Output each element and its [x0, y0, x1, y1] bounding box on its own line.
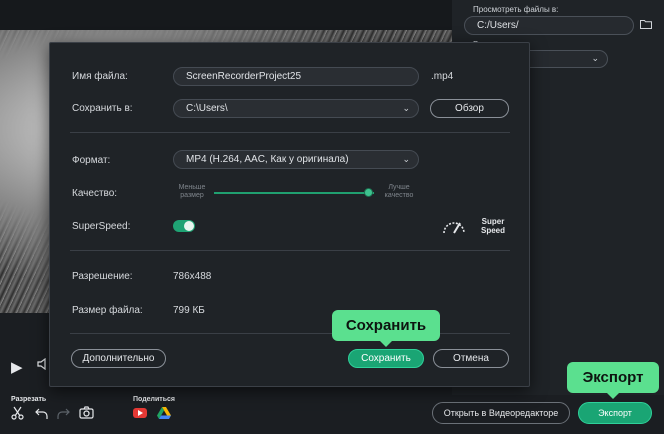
divider	[70, 250, 510, 251]
save-in-label: Сохранить в:	[72, 103, 133, 114]
resolution-value: 786x488	[173, 271, 212, 282]
youtube-icon[interactable]	[133, 408, 147, 418]
save-callout: Сохранить	[332, 310, 440, 347]
chevron-down-icon: ⌄	[402, 154, 410, 164]
view-files-path[interactable]: C:/Users/	[464, 16, 634, 35]
advanced-button[interactable]: Дополнительно	[71, 349, 166, 368]
browse-button[interactable]: Обзор	[430, 99, 509, 118]
filename-label: Имя файла:	[72, 71, 128, 82]
filename-extension: .mp4	[431, 71, 454, 82]
save-in-value: C:\Users\	[186, 103, 228, 114]
save-in-select[interactable]: C:\Users\ ⌄	[173, 99, 419, 118]
superspeed-badge: Super Speed	[480, 217, 505, 235]
chevron-down-icon: ⌄	[402, 103, 410, 113]
volume-icon[interactable]	[37, 357, 47, 373]
top-bar	[0, 0, 452, 30]
view-files-label: Просмотреть файлы в:	[473, 5, 559, 14]
quality-slider-track[interactable]	[214, 192, 374, 194]
filesize-label: Размер файла:	[72, 305, 143, 316]
format-select[interactable]: MP4 (H.264, AAC, Как у оригинала) ⌄	[173, 150, 419, 169]
filename-input[interactable]: ScreenRecorderProject25	[173, 67, 419, 86]
quality-label: Качество:	[72, 188, 118, 199]
divider	[70, 132, 510, 133]
scissors-icon[interactable]	[11, 406, 24, 423]
folder-icon[interactable]	[640, 19, 652, 31]
chevron-down-icon: ⌄	[591, 53, 599, 63]
superspeed-toggle[interactable]	[173, 220, 195, 232]
resolution-label: Разрешение:	[72, 271, 133, 282]
export-button[interactable]: Экспорт	[578, 402, 652, 424]
divider	[70, 333, 510, 334]
quality-slider-handle[interactable]	[364, 188, 374, 197]
open-in-editor-button[interactable]: Открыть в Видеоредакторе	[432, 402, 570, 424]
play-icon[interactable]: ▶	[11, 358, 23, 376]
cancel-button[interactable]: Отмена	[433, 349, 509, 368]
save-dialog: Имя файла: ScreenRecorderProject25 .mp4 …	[49, 42, 530, 387]
format-value: MP4 (H.264, AAC, Как у оригинала)	[186, 154, 349, 165]
quality-low-label: Меньше размер	[178, 184, 206, 199]
undo-icon[interactable]	[35, 406, 49, 423]
camera-icon[interactable]	[79, 406, 94, 422]
redo-icon[interactable]	[56, 406, 70, 423]
save-button[interactable]: Сохранить	[348, 349, 424, 368]
cut-label: Разрезать	[11, 396, 47, 403]
toggle-knob	[184, 221, 194, 231]
share-label: Поделиться	[133, 396, 176, 403]
quality-high-label: Лучше качество	[384, 184, 414, 199]
google-drive-icon[interactable]	[157, 407, 171, 419]
speedometer-icon	[441, 216, 467, 236]
filesize-value: 799 КБ	[173, 305, 205, 316]
export-callout: Экспорт	[567, 362, 659, 399]
superspeed-label: SuperSpeed:	[72, 221, 131, 232]
format-label: Формат:	[72, 155, 111, 166]
